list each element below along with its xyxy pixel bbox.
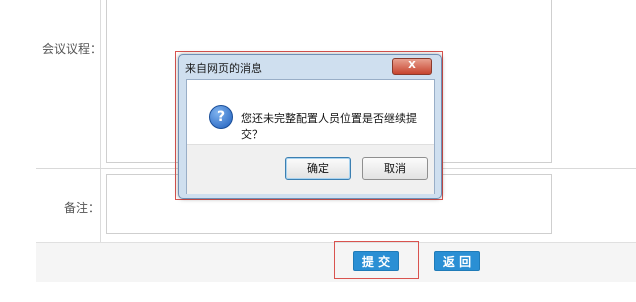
agenda-label: 会议议程： (42, 42, 103, 56)
remark-label: 备注： (64, 201, 101, 215)
dialog-title: 来自网页的消息 (185, 62, 262, 75)
ok-button[interactable]: 确定 (285, 157, 351, 180)
dialog-content: ? 您还未完整配置人员位置是否继续提交？ (187, 80, 434, 144)
message-dialog: 来自网页的消息 X ? 您还未完整配置人员位置是否继续提交？ 确定 取消 (178, 54, 442, 199)
dialog-body: ? 您还未完整配置人员位置是否继续提交？ 确定 取消 (186, 79, 435, 194)
close-icon[interactable]: X (392, 58, 432, 75)
cancel-button[interactable]: 取消 (362, 157, 428, 180)
dialog-message: 您还未完整配置人员位置是否继续提交？ (241, 112, 417, 141)
submit-button[interactable]: 提 交 (353, 251, 399, 271)
form-divider-left (100, 0, 101, 242)
back-button[interactable]: 返 回 (434, 251, 480, 271)
dialog-button-bar: 确定 取消 (187, 144, 434, 194)
question-icon: ? (209, 105, 233, 129)
